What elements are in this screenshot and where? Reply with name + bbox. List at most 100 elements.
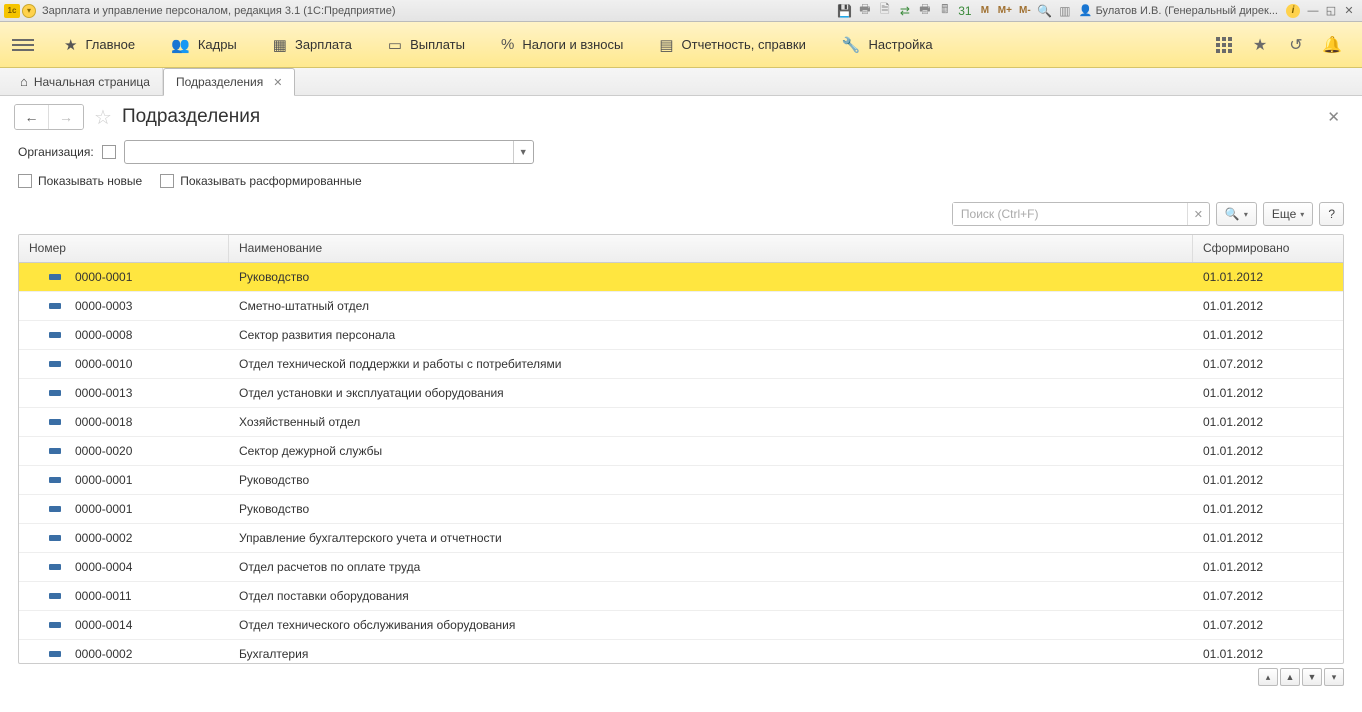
table-header: Номер Наименование Сформировано bbox=[19, 235, 1343, 263]
tab-departments[interactable]: Подразделения✕ bbox=[163, 68, 296, 96]
menu-main[interactable]: ★Главное bbox=[46, 22, 153, 67]
cell-name: Отдел технического обслуживания оборудов… bbox=[229, 618, 1193, 632]
table-row[interactable]: 0000-0014Отдел технического обслуживания… bbox=[19, 611, 1343, 640]
row-icon bbox=[49, 535, 61, 541]
org-checkbox[interactable] bbox=[102, 145, 116, 159]
cell-name: Руководство bbox=[229, 502, 1193, 516]
search-button[interactable]: 🔍▾ bbox=[1216, 202, 1257, 226]
row-icon bbox=[49, 593, 61, 599]
table-row[interactable]: 0000-0001Руководство01.01.2012 bbox=[19, 263, 1343, 292]
restore-button[interactable]: ◱ bbox=[1323, 4, 1339, 18]
table-row[interactable]: 0000-0010Отдел технической поддержки и р… bbox=[19, 350, 1343, 379]
tab-close-icon[interactable]: ✕ bbox=[273, 76, 282, 89]
cell-date: 01.01.2012 bbox=[1193, 647, 1343, 661]
current-user[interactable]: 👤 Булатов И.В. (Генеральный дирек... bbox=[1079, 4, 1278, 17]
menu-taxes[interactable]: %Налоги и взносы bbox=[483, 22, 641, 67]
m-plus-icon[interactable]: M+ bbox=[996, 3, 1014, 19]
m-icon[interactable]: M bbox=[976, 3, 994, 19]
history-icon[interactable]: ↺ bbox=[1284, 33, 1308, 57]
table-row[interactable]: 0000-0001Руководство01.01.2012 bbox=[19, 495, 1343, 524]
nav-down-button[interactable]: ▼ bbox=[1302, 668, 1322, 686]
cell-name: Отдел технической поддержки и работы с п… bbox=[229, 357, 1193, 371]
table-row[interactable]: 0000-0002Управление бухгалтерского учета… bbox=[19, 524, 1343, 553]
menu-reports[interactable]: ▤Отчетность, справки bbox=[641, 22, 824, 67]
titlebar: 1c ▾ Зарплата и управление персоналом, р… bbox=[0, 0, 1362, 22]
cell-name: Руководство bbox=[229, 473, 1193, 487]
nav-forward-button[interactable]: → bbox=[49, 105, 83, 129]
hamburger-icon[interactable] bbox=[12, 39, 34, 51]
calendar-icon[interactable]: 31 bbox=[956, 3, 974, 19]
cell-number: 0000-0008 bbox=[75, 328, 132, 342]
show-new-checkbox[interactable]: Показывать новые bbox=[18, 174, 142, 188]
search-input[interactable] bbox=[953, 203, 1187, 225]
nav-up-button[interactable]: ▲ bbox=[1280, 668, 1300, 686]
cell-date: 01.01.2012 bbox=[1193, 328, 1343, 342]
menu-payments[interactable]: ▭Выплаты bbox=[370, 22, 483, 67]
cell-name: Управление бухгалтерского учета и отчетн… bbox=[229, 531, 1193, 545]
cell-name: Бухгалтерия bbox=[229, 647, 1193, 661]
star-icon: ★ bbox=[64, 36, 77, 54]
preview-icon[interactable]: 🗎 bbox=[876, 3, 894, 19]
cell-date: 01.01.2012 bbox=[1193, 560, 1343, 574]
th-name[interactable]: Наименование bbox=[229, 235, 1193, 262]
row-icon bbox=[49, 390, 61, 396]
more-button[interactable]: Еще▾ bbox=[1263, 202, 1313, 226]
table-row[interactable]: 0000-0002Бухгалтерия01.01.2012 bbox=[19, 640, 1343, 663]
favorite-star-icon[interactable]: ☆ bbox=[94, 105, 112, 130]
show-disbanded-checkbox[interactable]: Показывать расформированные bbox=[160, 174, 362, 188]
org-label: Организация: bbox=[18, 145, 94, 159]
filters: Организация: ▼ Показывать новые Показыва… bbox=[0, 138, 1362, 196]
save-icon[interactable]: 💾 bbox=[836, 3, 854, 19]
menu-hr[interactable]: 👥Кадры bbox=[153, 22, 255, 67]
table-row[interactable]: 0000-0008 Сектор развития персонала01.01.… bbox=[19, 321, 1343, 350]
cell-name: Сектор развития персонала bbox=[229, 328, 1193, 342]
apps-icon[interactable] bbox=[1212, 33, 1236, 57]
minimize-button[interactable]: — bbox=[1305, 4, 1321, 18]
org-select[interactable]: ▼ bbox=[124, 140, 534, 164]
page-title: Подразделения bbox=[122, 106, 260, 128]
tab-home[interactable]: ⌂Начальная страница bbox=[8, 68, 163, 95]
table-row[interactable]: 0000-0003Сметно-штатный отдел01.01.2012 bbox=[19, 292, 1343, 321]
menu-salary[interactable]: ▦Зарплата bbox=[255, 22, 370, 67]
m-minus-icon[interactable]: M- bbox=[1016, 3, 1034, 19]
zoom-icon[interactable]: 🔍 bbox=[1036, 3, 1054, 19]
calc-icon[interactable]: 🖩 bbox=[936, 3, 954, 19]
nav-first-button[interactable]: ▴ bbox=[1258, 668, 1278, 686]
print2-icon[interactable]: 🖶 bbox=[916, 3, 934, 19]
help-button[interactable]: ? bbox=[1319, 202, 1344, 226]
favorite-icon[interactable]: ★ bbox=[1248, 33, 1272, 57]
print-icon[interactable]: 🖶 bbox=[856, 3, 874, 19]
bell-icon[interactable]: 🔔 bbox=[1320, 33, 1344, 57]
row-icon bbox=[49, 477, 61, 483]
app-menu-dropdown[interactable]: ▾ bbox=[22, 4, 36, 18]
th-date[interactable]: Сформировано bbox=[1193, 235, 1343, 262]
table-row[interactable]: 0000-0018Хозяйственный отдел01.01.2012 bbox=[19, 408, 1343, 437]
table-row[interactable]: 0000-0013Отдел установки и эксплуатации … bbox=[19, 379, 1343, 408]
home-icon: ⌂ bbox=[20, 74, 28, 89]
nav-back-button[interactable]: ← bbox=[15, 105, 49, 129]
table-row[interactable]: 0000-0020Сектор дежурной службы01.01.201… bbox=[19, 437, 1343, 466]
table-row[interactable]: 0000-0001Руководство01.01.2012 bbox=[19, 466, 1343, 495]
search-box: ✕ bbox=[952, 202, 1210, 226]
table-row[interactable]: 0000-0004Отдел расчетов по оплате труда0… bbox=[19, 553, 1343, 582]
close-window-button[interactable]: ✕ bbox=[1341, 4, 1357, 18]
row-icon bbox=[49, 651, 61, 657]
page-close-button[interactable]: ✕ bbox=[1319, 104, 1348, 130]
cell-name: Хозяйственный отдел bbox=[229, 415, 1193, 429]
cell-number: 0000-0001 bbox=[75, 502, 132, 516]
org-input[interactable] bbox=[125, 141, 513, 163]
menu-settings[interactable]: 🔧Настройка bbox=[824, 22, 951, 67]
search-clear-icon[interactable]: ✕ bbox=[1187, 203, 1209, 225]
people-icon: 👥 bbox=[171, 36, 190, 54]
dropdown-icon[interactable]: ▼ bbox=[513, 141, 533, 163]
info-icon[interactable]: i bbox=[1286, 4, 1300, 18]
th-number[interactable]: Номер bbox=[19, 235, 229, 262]
nav-last-button[interactable]: ▾ bbox=[1324, 668, 1344, 686]
cell-number: 0000-0003 bbox=[75, 299, 132, 313]
compare-icon[interactable]: ⇄ bbox=[896, 3, 914, 19]
panels-icon[interactable]: ▥ bbox=[1056, 3, 1074, 19]
cell-date: 01.07.2012 bbox=[1193, 589, 1343, 603]
search-icon: 🔍 bbox=[1225, 207, 1240, 221]
cell-name: Сектор дежурной службы bbox=[229, 444, 1193, 458]
table-row[interactable]: 0000-0011Отдел поставки оборудования01.0… bbox=[19, 582, 1343, 611]
